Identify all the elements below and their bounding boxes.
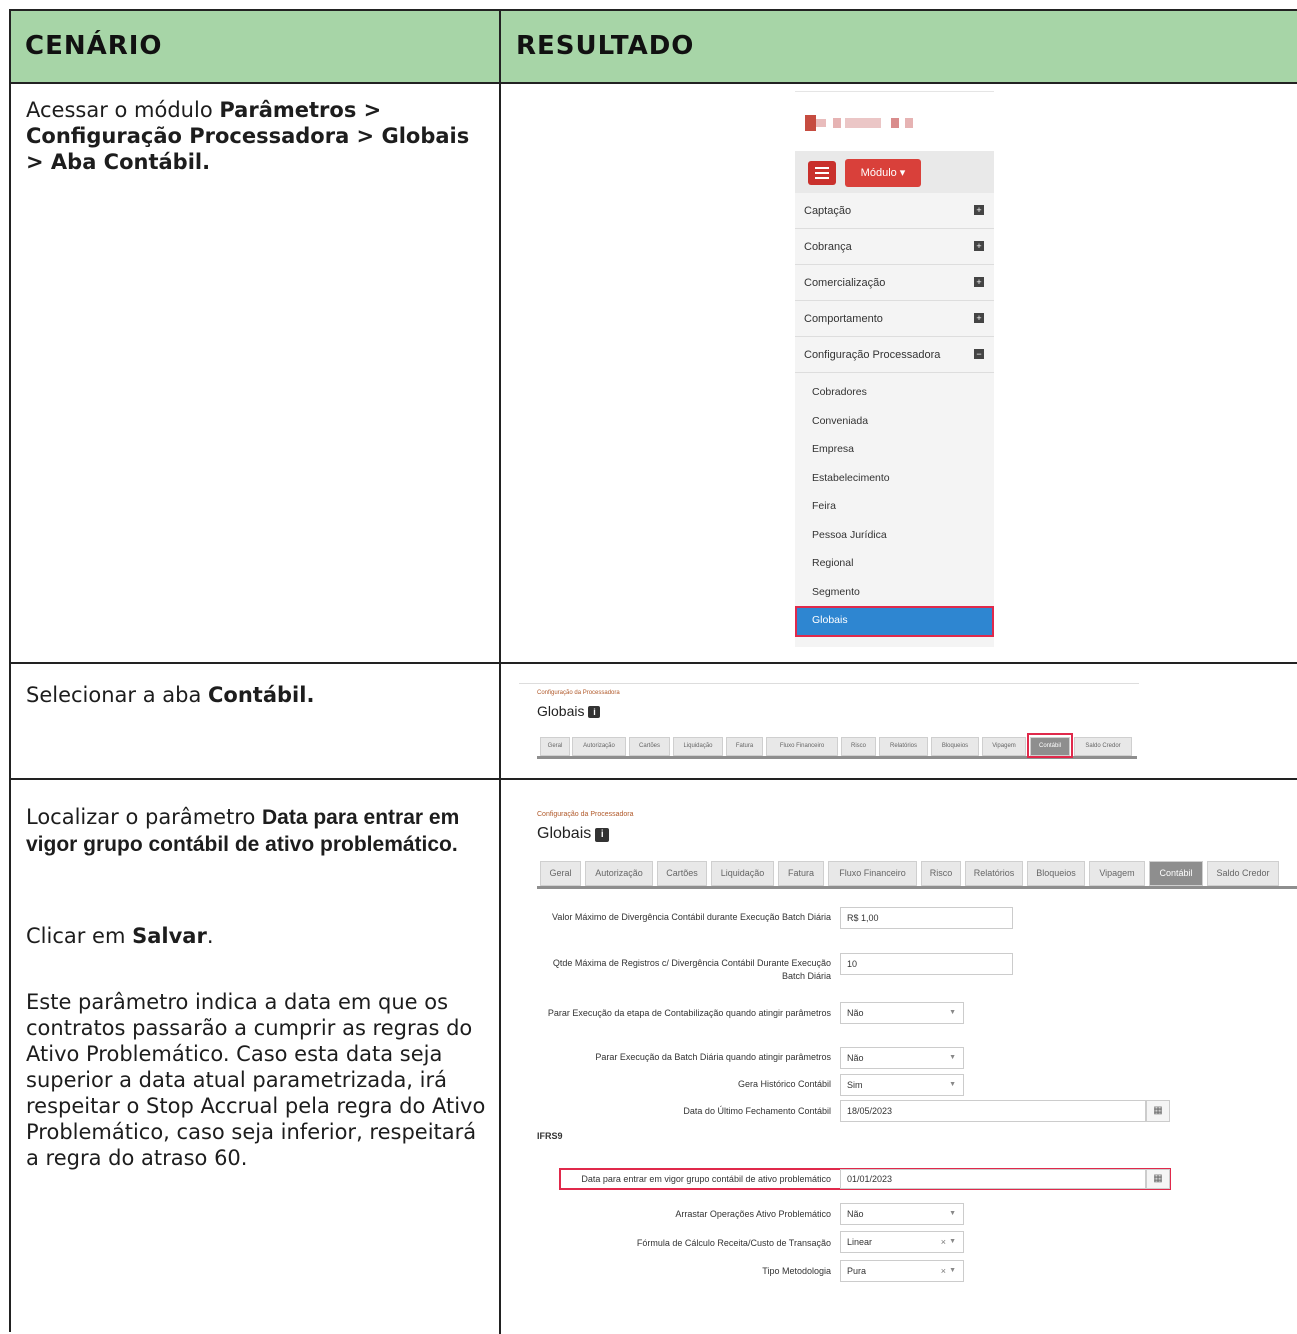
chevron-down-icon: ▼ — [949, 1054, 956, 1061]
menu-toolbar: Módulo ▾ — [795, 151, 994, 193]
parar-execucao-etapa-select[interactable]: Não ▼ — [840, 1002, 964, 1024]
field-label: Parar Execução da etapa de Contabilizaçã… — [547, 1008, 831, 1018]
menu-item-comercializacao[interactable]: Comercialização + — [795, 265, 994, 301]
contabil-form-screenshot: Configuração da Processadora Globais i Ge… — [519, 805, 1297, 1332]
table-header: CENÁRIO RESULTADO — [11, 11, 1297, 84]
field-label: Qtde Máxima de Registros c/ Divergência … — [552, 958, 831, 981]
header-cenario: CENÁRIO — [25, 31, 163, 61]
page-title: Globais i — [537, 825, 610, 843]
tabs-screenshot-small: Configuração da Processadora Globais i Ge… — [519, 683, 1139, 761]
row3-save-instruction: Clicar em Salvar. — [26, 924, 214, 948]
field-label: Data para entrar em vigor grupo contábil… — [581, 1174, 831, 1184]
tab-saldo-credor[interactable]: Saldo Credor — [1207, 861, 1279, 886]
tab-liquidacao[interactable]: Liquidação — [711, 861, 774, 886]
tab-risco[interactable]: Risco — [841, 737, 876, 756]
submenu-empresa[interactable]: Empresa — [795, 435, 994, 464]
row2-instruction: Selecionar a aba Contábil. — [26, 683, 315, 707]
submenu-conveniada[interactable]: Conveniada — [795, 407, 994, 436]
info-icon[interactable]: i — [588, 706, 601, 718]
row1-instruction: Acessar o módulo Parâmetros > Configuraç… — [26, 98, 470, 174]
tab-bloqueios[interactable]: Bloqueios — [1027, 861, 1085, 886]
parar-execucao-batch-select[interactable]: Não ▼ — [840, 1047, 964, 1069]
expand-plus-icon[interactable]: + — [974, 205, 984, 215]
collapse-minus-icon[interactable]: − — [974, 349, 984, 359]
field-label: Arrastar Operações Ativo Problemático — [675, 1209, 831, 1219]
data-ultimo-fechamento-input[interactable]: 18/05/2023 — [840, 1100, 1146, 1122]
expand-plus-icon[interactable]: + — [974, 241, 984, 251]
menu-item-comportamento[interactable]: Comportamento + — [795, 301, 994, 337]
tab-fatura[interactable]: Fatura — [726, 737, 763, 756]
data-vigor-ativo-problematico-input[interactable]: 01/01/2023 — [840, 1169, 1146, 1189]
tab-fluxo-financeiro[interactable]: Fluxo Financeiro — [828, 861, 917, 886]
submenu-feira[interactable]: Feira — [795, 492, 994, 521]
field-label: Parar Execução da Batch Diária quando at… — [595, 1052, 831, 1062]
valor-maximo-divergencia-input[interactable]: R$ 1,00 — [840, 907, 1013, 929]
tab-vipagem[interactable]: Vipagem — [1089, 861, 1145, 886]
clear-icon[interactable]: × — [941, 1232, 946, 1252]
tab-geral[interactable]: Geral — [540, 737, 570, 756]
module-dropdown-button[interactable]: Módulo ▾ — [845, 159, 921, 187]
chevron-down-icon: ▼ — [949, 1267, 956, 1274]
calendar-icon[interactable]: ▦ — [1146, 1100, 1170, 1122]
field-label: Tipo Metodologia — [762, 1266, 831, 1276]
field-label: Fórmula de Cálculo Receita/Custo de Tran… — [636, 1238, 831, 1248]
tab-vipagem[interactable]: Vipagem — [982, 737, 1026, 756]
highlight-box — [1027, 733, 1073, 758]
tipo-metodologia-select[interactable]: Pura × ▼ — [840, 1260, 964, 1282]
tab-saldo-credor[interactable]: Saldo Credor — [1074, 737, 1132, 756]
tab-bloqueios[interactable]: Bloqueios — [931, 737, 979, 756]
tab-fluxo-financeiro[interactable]: Fluxo Financeiro — [766, 737, 838, 756]
section-ifrs9: IFRS9 — [537, 1131, 563, 1141]
tab-risco[interactable]: Risco — [921, 861, 961, 886]
company-logo — [795, 91, 994, 151]
tab-underline — [537, 886, 1297, 889]
field-label: Valor Máximo de Divergência Contábil dur… — [552, 912, 831, 922]
expand-plus-icon[interactable]: + — [974, 277, 984, 287]
submenu-cobradores[interactable]: Cobradores — [795, 378, 994, 407]
gera-historico-select[interactable]: Sim ▼ — [840, 1074, 964, 1096]
menu-item-configuracao-processadora[interactable]: Configuração Processadora − — [795, 337, 994, 373]
clear-icon[interactable]: × — [941, 1261, 946, 1281]
menu-item-captacao[interactable]: Captação + — [795, 193, 994, 229]
formula-calculo-select[interactable]: Linear × ▼ — [840, 1231, 964, 1253]
submenu-segmento[interactable]: Segmento — [795, 578, 994, 607]
chevron-down-icon: ▼ — [949, 1009, 956, 1016]
menu-item-cobranca[interactable]: Cobrança + — [795, 229, 994, 265]
tab-autorizacao[interactable]: Autorização — [585, 861, 653, 886]
field-label: Gera Histórico Contábil — [737, 1079, 831, 1089]
submenu-pessoa-juridica[interactable]: Pessoa Jurídica — [795, 521, 994, 550]
row-divider — [11, 662, 1297, 664]
tab-relatorios[interactable]: Relatórios — [965, 861, 1023, 886]
row-divider — [11, 778, 1297, 780]
field-label: Data do Último Fechamento Contábil — [683, 1106, 831, 1116]
breadcrumb[interactable]: Configuração da Processadora — [537, 811, 634, 818]
row3-explanation: Este parâmetro indica a data em que os c… — [26, 990, 486, 1170]
tab-cartoes[interactable]: Cartões — [657, 861, 707, 886]
tab-cartoes[interactable]: Cartões — [629, 737, 670, 756]
header-resultado: RESULTADO — [516, 31, 695, 61]
arrastar-operacoes-select[interactable]: Não ▼ — [840, 1203, 964, 1225]
tab-liquidacao[interactable]: Liquidação — [673, 737, 723, 756]
tab-contabil[interactable]: Contábil — [1149, 861, 1203, 886]
hamburger-icon[interactable] — [808, 161, 836, 185]
page-title: Globais i — [537, 703, 601, 719]
expand-plus-icon[interactable]: + — [974, 313, 984, 323]
qtde-maxima-registros-input[interactable]: 10 — [840, 953, 1013, 975]
module-menu-panel: Módulo ▾ Captação + Cobrança + Comercializ… — [795, 91, 994, 647]
tab-relatorios[interactable]: Relatórios — [879, 737, 928, 756]
chevron-down-icon: ▼ — [949, 1081, 956, 1088]
breadcrumb[interactable]: Configuração da Processadora — [537, 690, 620, 696]
tab-geral[interactable]: Geral — [540, 861, 581, 886]
submenu-estabelecimento[interactable]: Estabelecimento — [795, 464, 994, 493]
info-icon[interactable]: i — [595, 828, 610, 842]
tab-fatura[interactable]: Fatura — [778, 861, 824, 886]
chevron-down-icon: ▼ — [949, 1210, 956, 1217]
calendar-icon[interactable]: ▦ — [1146, 1169, 1170, 1189]
column-divider — [499, 11, 501, 1334]
row3-instruction: Localizar o parâmetro Data para entrar e… — [26, 805, 460, 856]
submenu-regional[interactable]: Regional — [795, 549, 994, 578]
submenu-globais[interactable]: Globais — [795, 606, 994, 637]
chevron-down-icon: ▼ — [949, 1238, 956, 1245]
tab-autorizacao[interactable]: Autorização — [572, 737, 626, 756]
